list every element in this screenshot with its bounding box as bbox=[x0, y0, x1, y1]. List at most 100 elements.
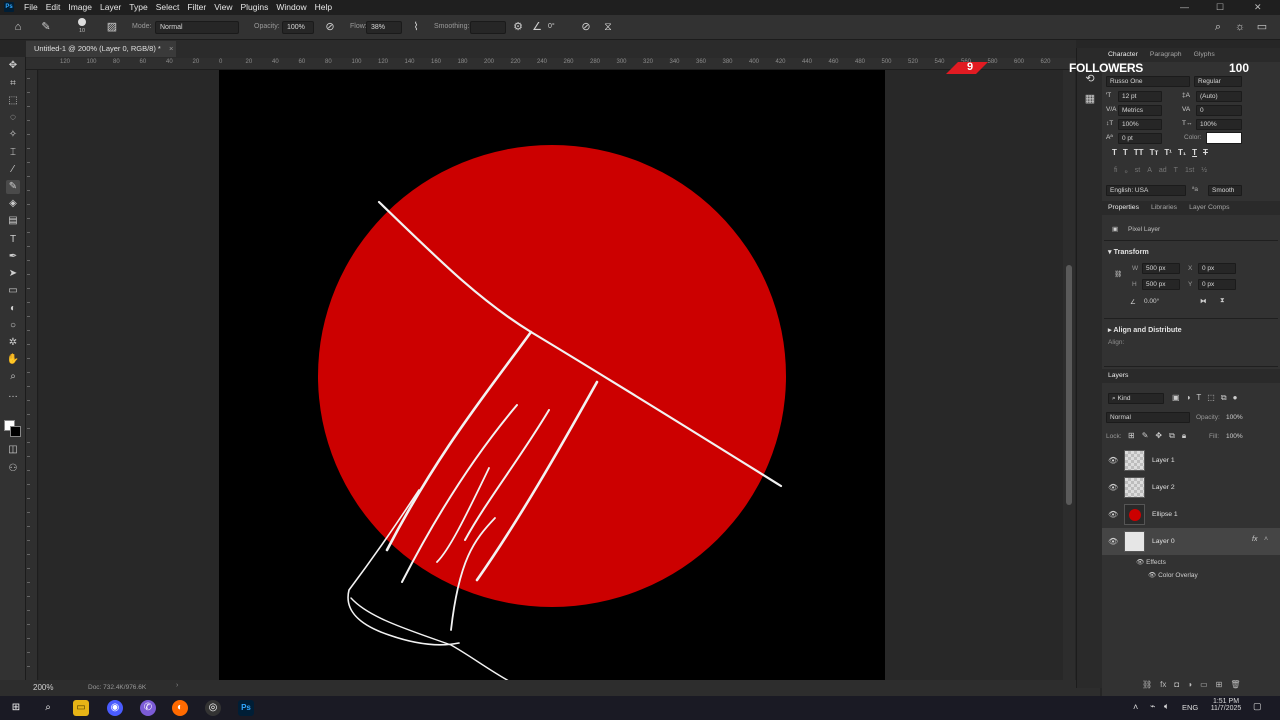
effects-fx-icon[interactable]: fx bbox=[1252, 536, 1257, 543]
small-caps-button[interactable]: Tт bbox=[1150, 148, 1159, 157]
workspace-icon[interactable]: ▭ bbox=[1254, 20, 1270, 34]
antialias-select[interactable]: Smooth bbox=[1208, 185, 1242, 196]
firefox-icon[interactable]: ◐ bbox=[172, 700, 188, 716]
menu-help[interactable]: Help bbox=[315, 0, 332, 15]
stylistic-alternates-button[interactable]: ad bbox=[1159, 167, 1167, 175]
fill-field[interactable]: 100% bbox=[1226, 433, 1243, 440]
filter-pixel-icon[interactable]: ▣ bbox=[1172, 393, 1180, 403]
file-explorer-icon[interactable]: ▭ bbox=[73, 700, 89, 716]
effects-row[interactable]: 👁︎ Effects bbox=[1136, 558, 1166, 566]
show-hidden-icons[interactable]: ˄ bbox=[1133, 702, 1138, 712]
discretionary-ligature-button[interactable]: st bbox=[1135, 167, 1140, 175]
x-field[interactable]: 0 px bbox=[1198, 263, 1236, 274]
photoshop-app-icon[interactable]: Ps bbox=[4, 2, 14, 12]
windows-start-icon[interactable]: ⊞ bbox=[8, 700, 24, 716]
transform-section-title[interactable]: ▾ Transform bbox=[1108, 247, 1149, 256]
pressure-size-icon[interactable]: ⊘ bbox=[578, 20, 594, 34]
layer-name[interactable]: Layer 0 bbox=[1152, 538, 1175, 545]
type-tool-icon[interactable]: T bbox=[6, 233, 20, 247]
input-language[interactable]: ENG bbox=[1182, 703, 1198, 712]
layer-name[interactable]: Layer 1 bbox=[1152, 457, 1175, 464]
status-arrow-icon[interactable]: › bbox=[176, 682, 178, 689]
delete-layer-icon[interactable]: 🗑︎ bbox=[1230, 680, 1240, 689]
menu-plugins[interactable]: Plugins bbox=[240, 0, 268, 15]
path-selection-tool-icon[interactable]: ➤ bbox=[6, 267, 20, 281]
add-mask-icon[interactable]: ◘ bbox=[1174, 680, 1179, 689]
messenger-icon[interactable]: ✆ bbox=[140, 700, 156, 716]
ligature-button[interactable]: ﬁ bbox=[1114, 167, 1118, 175]
mode-select[interactable]: Normal bbox=[155, 21, 239, 34]
workspace[interactable] bbox=[39, 70, 1063, 681]
brush-tool-icon[interactable]: ✎ bbox=[6, 180, 20, 194]
quick-selection-tool-icon[interactable]: ✧ bbox=[6, 128, 20, 142]
rotation-angle-field[interactable]: 0.00° bbox=[1144, 298, 1159, 305]
menu-view[interactable]: View bbox=[214, 0, 232, 15]
strikethrough-button[interactable]: T bbox=[1203, 148, 1208, 157]
ellipse-tool-icon[interactable]: ○ bbox=[6, 319, 20, 333]
discover-lightbulb-icon[interactable]: ☼ bbox=[1232, 20, 1248, 34]
menu-window[interactable]: Window bbox=[276, 0, 306, 15]
new-group-icon[interactable]: ▭ bbox=[1200, 680, 1208, 689]
faux-bold-button[interactable]: T bbox=[1112, 148, 1117, 157]
tracking-field[interactable]: 0 bbox=[1196, 105, 1242, 116]
notifications-icon[interactable]: ▢ bbox=[1253, 701, 1262, 712]
quick-mask-icon[interactable]: ◫ bbox=[6, 443, 20, 457]
vertical-scale-field[interactable]: 100% bbox=[1118, 119, 1162, 130]
blend-mode-select[interactable]: Normal bbox=[1106, 412, 1190, 423]
canvas[interactable] bbox=[219, 70, 885, 681]
obs-icon[interactable]: ◎ bbox=[205, 700, 221, 716]
menu-file[interactable]: File bbox=[24, 0, 38, 15]
align-section-title[interactable]: ▸ Align and Distribute bbox=[1108, 325, 1182, 334]
screen-mode-icon[interactable]: ⚇ bbox=[6, 462, 20, 476]
brush-tool-preset-icon[interactable]: ✎ bbox=[38, 20, 54, 34]
visibility-eye-icon[interactable]: 👁︎ bbox=[1108, 510, 1118, 519]
menu-filter[interactable]: Filter bbox=[187, 0, 206, 15]
pressure-opacity-icon[interactable]: ⊘ bbox=[322, 20, 338, 34]
layer-row[interactable]: 👁︎ Layer 2 bbox=[1102, 474, 1280, 501]
lock-all-icon[interactable]: 🔒︎ bbox=[1182, 431, 1186, 441]
symmetry-icon[interactable]: ⧖ bbox=[600, 20, 616, 34]
layer-name[interactable]: Ellipse 1 bbox=[1152, 511, 1178, 518]
layer-filter-kind[interactable]: ⌕ Kind bbox=[1108, 393, 1164, 404]
more-tools-icon[interactable]: … bbox=[6, 388, 20, 402]
link-layers-icon[interactable]: ⛓ bbox=[1142, 680, 1152, 689]
menu-layer[interactable]: Layer bbox=[100, 0, 121, 15]
visibility-eye-icon[interactable]: 👁︎ bbox=[1108, 483, 1118, 492]
volume-icon[interactable]: 🔈︎ bbox=[1164, 701, 1169, 712]
layer-name[interactable]: Layer 2 bbox=[1152, 484, 1175, 491]
artboard-tool-icon[interactable]: ⌗ bbox=[6, 77, 20, 91]
zoom-level[interactable]: 200% bbox=[33, 683, 53, 692]
smoothing-field[interactable] bbox=[470, 21, 506, 34]
kerning-field[interactable]: Metrics bbox=[1118, 105, 1162, 116]
glyph-panel-icon[interactable]: ▦ bbox=[1082, 92, 1098, 106]
brush-size-preview[interactable] bbox=[78, 18, 86, 26]
faux-italic-button[interactable]: T bbox=[1123, 148, 1128, 157]
flow-field[interactable]: 38% bbox=[366, 21, 402, 34]
smoothing-settings-gear-icon[interactable]: ⚙ bbox=[510, 20, 526, 34]
subscript-button[interactable]: T₁ bbox=[1178, 148, 1186, 157]
all-caps-button[interactable]: TT bbox=[1134, 148, 1144, 157]
eraser-tool-icon[interactable]: ◈ bbox=[6, 197, 20, 211]
chrome-profile-icon[interactable]: ◉ bbox=[107, 700, 123, 716]
brush-settings-icon[interactable]: ▨ bbox=[104, 20, 120, 34]
flip-vertical-icon[interactable]: ⧗ bbox=[1220, 297, 1225, 305]
adjustment-layer-icon[interactable]: ◑ bbox=[1187, 680, 1192, 689]
network-icon[interactable]: ⌁ bbox=[1150, 701, 1155, 712]
crop-tool-icon[interactable]: ⌶ bbox=[6, 146, 20, 160]
document-tab[interactable]: Untitled-1 @ 200% (Layer 0, RGB/8) * × bbox=[26, 41, 176, 57]
flip-horizontal-icon[interactable]: ⧓ bbox=[1200, 297, 1207, 305]
pattern-tool-icon[interactable]: ✲ bbox=[6, 336, 20, 350]
menu-image[interactable]: Image bbox=[68, 0, 92, 15]
menu-type[interactable]: Type bbox=[129, 0, 147, 15]
background-color-swatch[interactable] bbox=[10, 426, 21, 437]
maximize-icon[interactable]: ☐ bbox=[1216, 0, 1224, 15]
layer-row[interactable]: 👁︎ Layer 1 bbox=[1102, 447, 1280, 474]
layer-row-selected[interactable]: 👁︎ Layer 0 fx ˄ bbox=[1102, 528, 1280, 555]
tab-libraries[interactable]: Libraries bbox=[1151, 201, 1177, 215]
layer-row[interactable]: 👁︎ Ellipse 1 bbox=[1102, 501, 1280, 528]
lock-artboard-icon[interactable]: ⧉ bbox=[1169, 431, 1175, 441]
gradient-tool-icon[interactable]: ▤ bbox=[6, 214, 20, 228]
rectangle-tool-icon[interactable]: ▭ bbox=[6, 284, 20, 298]
ordinals-button[interactable]: 1st bbox=[1185, 167, 1194, 175]
add-style-fx-icon[interactable]: fx bbox=[1160, 680, 1166, 689]
